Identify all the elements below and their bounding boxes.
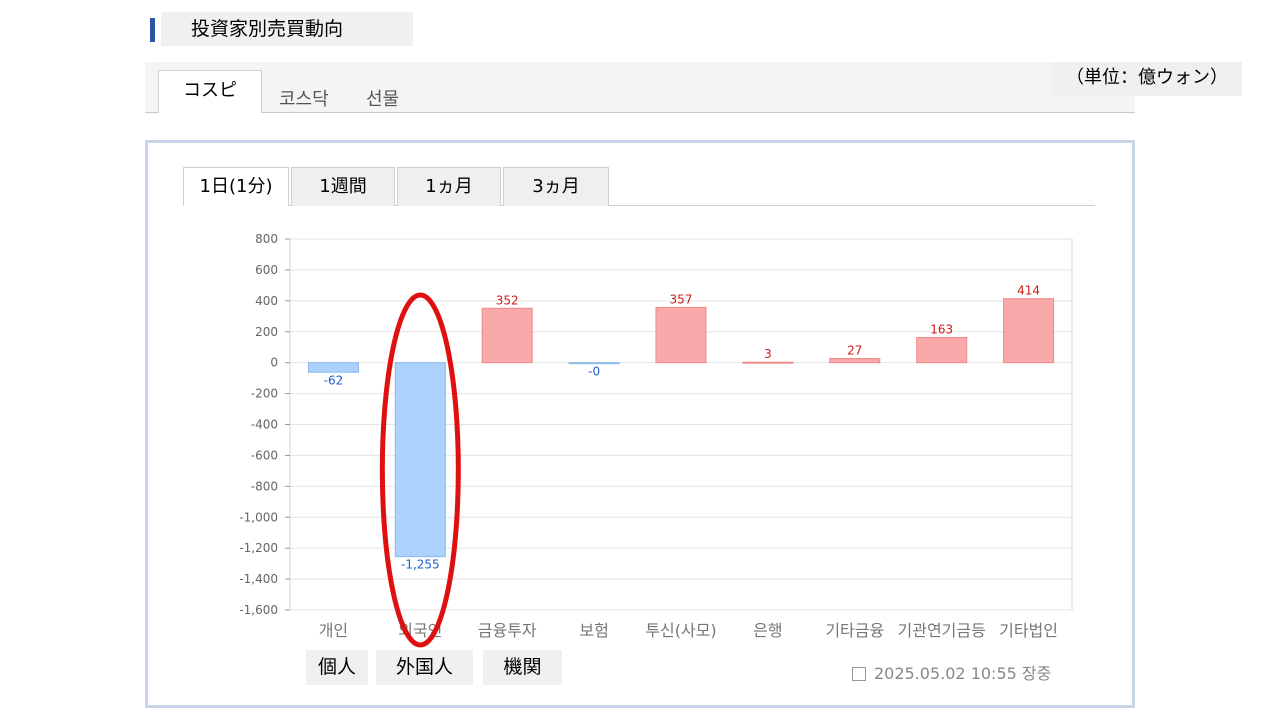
y-tick-label: -1,200 xyxy=(239,541,278,555)
bar xyxy=(655,306,707,364)
x-tick-label: 은행 xyxy=(753,621,782,640)
bar xyxy=(481,307,533,364)
data-label: -1,255 xyxy=(401,558,440,572)
y-tick-label: 800 xyxy=(255,232,278,246)
y-tick-label: 400 xyxy=(255,294,278,308)
y-tick-label: -400 xyxy=(251,418,278,432)
bar xyxy=(829,357,881,364)
x-tick-label: 개인 xyxy=(319,621,348,640)
group-label-individual: 個人 xyxy=(306,650,368,685)
bar xyxy=(1003,298,1055,364)
bar xyxy=(568,362,620,365)
bar xyxy=(916,336,968,364)
x-tick-label: 기타금융 xyxy=(825,621,884,640)
bar xyxy=(307,362,359,373)
y-tick-label: -600 xyxy=(251,448,278,462)
data-label: 357 xyxy=(670,292,693,306)
data-label: 3 xyxy=(764,347,772,361)
data-label: 27 xyxy=(847,343,862,357)
y-tick-label: 600 xyxy=(255,263,278,277)
data-label: -62 xyxy=(324,373,344,387)
calendar-icon xyxy=(852,667,866,681)
timestamp-text: 2025.05.02 10:55 장중 xyxy=(874,664,1052,683)
timestamp: 2025.05.02 10:55 장중 xyxy=(852,660,1051,684)
x-tick-label: 금융투자 xyxy=(478,621,537,640)
data-label: -0 xyxy=(588,365,600,379)
investor-bar-chart: 800 600 400 200 0 -200 -400 -600 -800 -1,000 -1,20… xyxy=(239,232,1073,648)
x-tick-label: 기관연기금등 xyxy=(898,621,986,640)
x-tick-label: 기타법인 xyxy=(999,621,1058,640)
data-label: 163 xyxy=(930,322,953,336)
y-tick-label: -200 xyxy=(251,387,278,401)
group-label-institution: 機関 xyxy=(483,650,562,685)
x-tick-label: 투신(사모) xyxy=(645,621,716,640)
data-label: 414 xyxy=(1017,284,1040,298)
bar xyxy=(394,362,446,558)
y-tick-label: -800 xyxy=(251,479,278,493)
y-tick-label: -1,000 xyxy=(239,510,278,524)
y-tick-label: -1,400 xyxy=(239,572,278,586)
y-tick-label: 200 xyxy=(255,325,278,339)
bar xyxy=(742,361,794,364)
y-tick-label: 0 xyxy=(270,356,278,370)
y-tick-label: -1,600 xyxy=(239,603,278,617)
data-label: 352 xyxy=(496,293,519,307)
group-label-foreign: 外国人 xyxy=(376,650,473,685)
x-tick-label: 보험 xyxy=(579,621,608,640)
